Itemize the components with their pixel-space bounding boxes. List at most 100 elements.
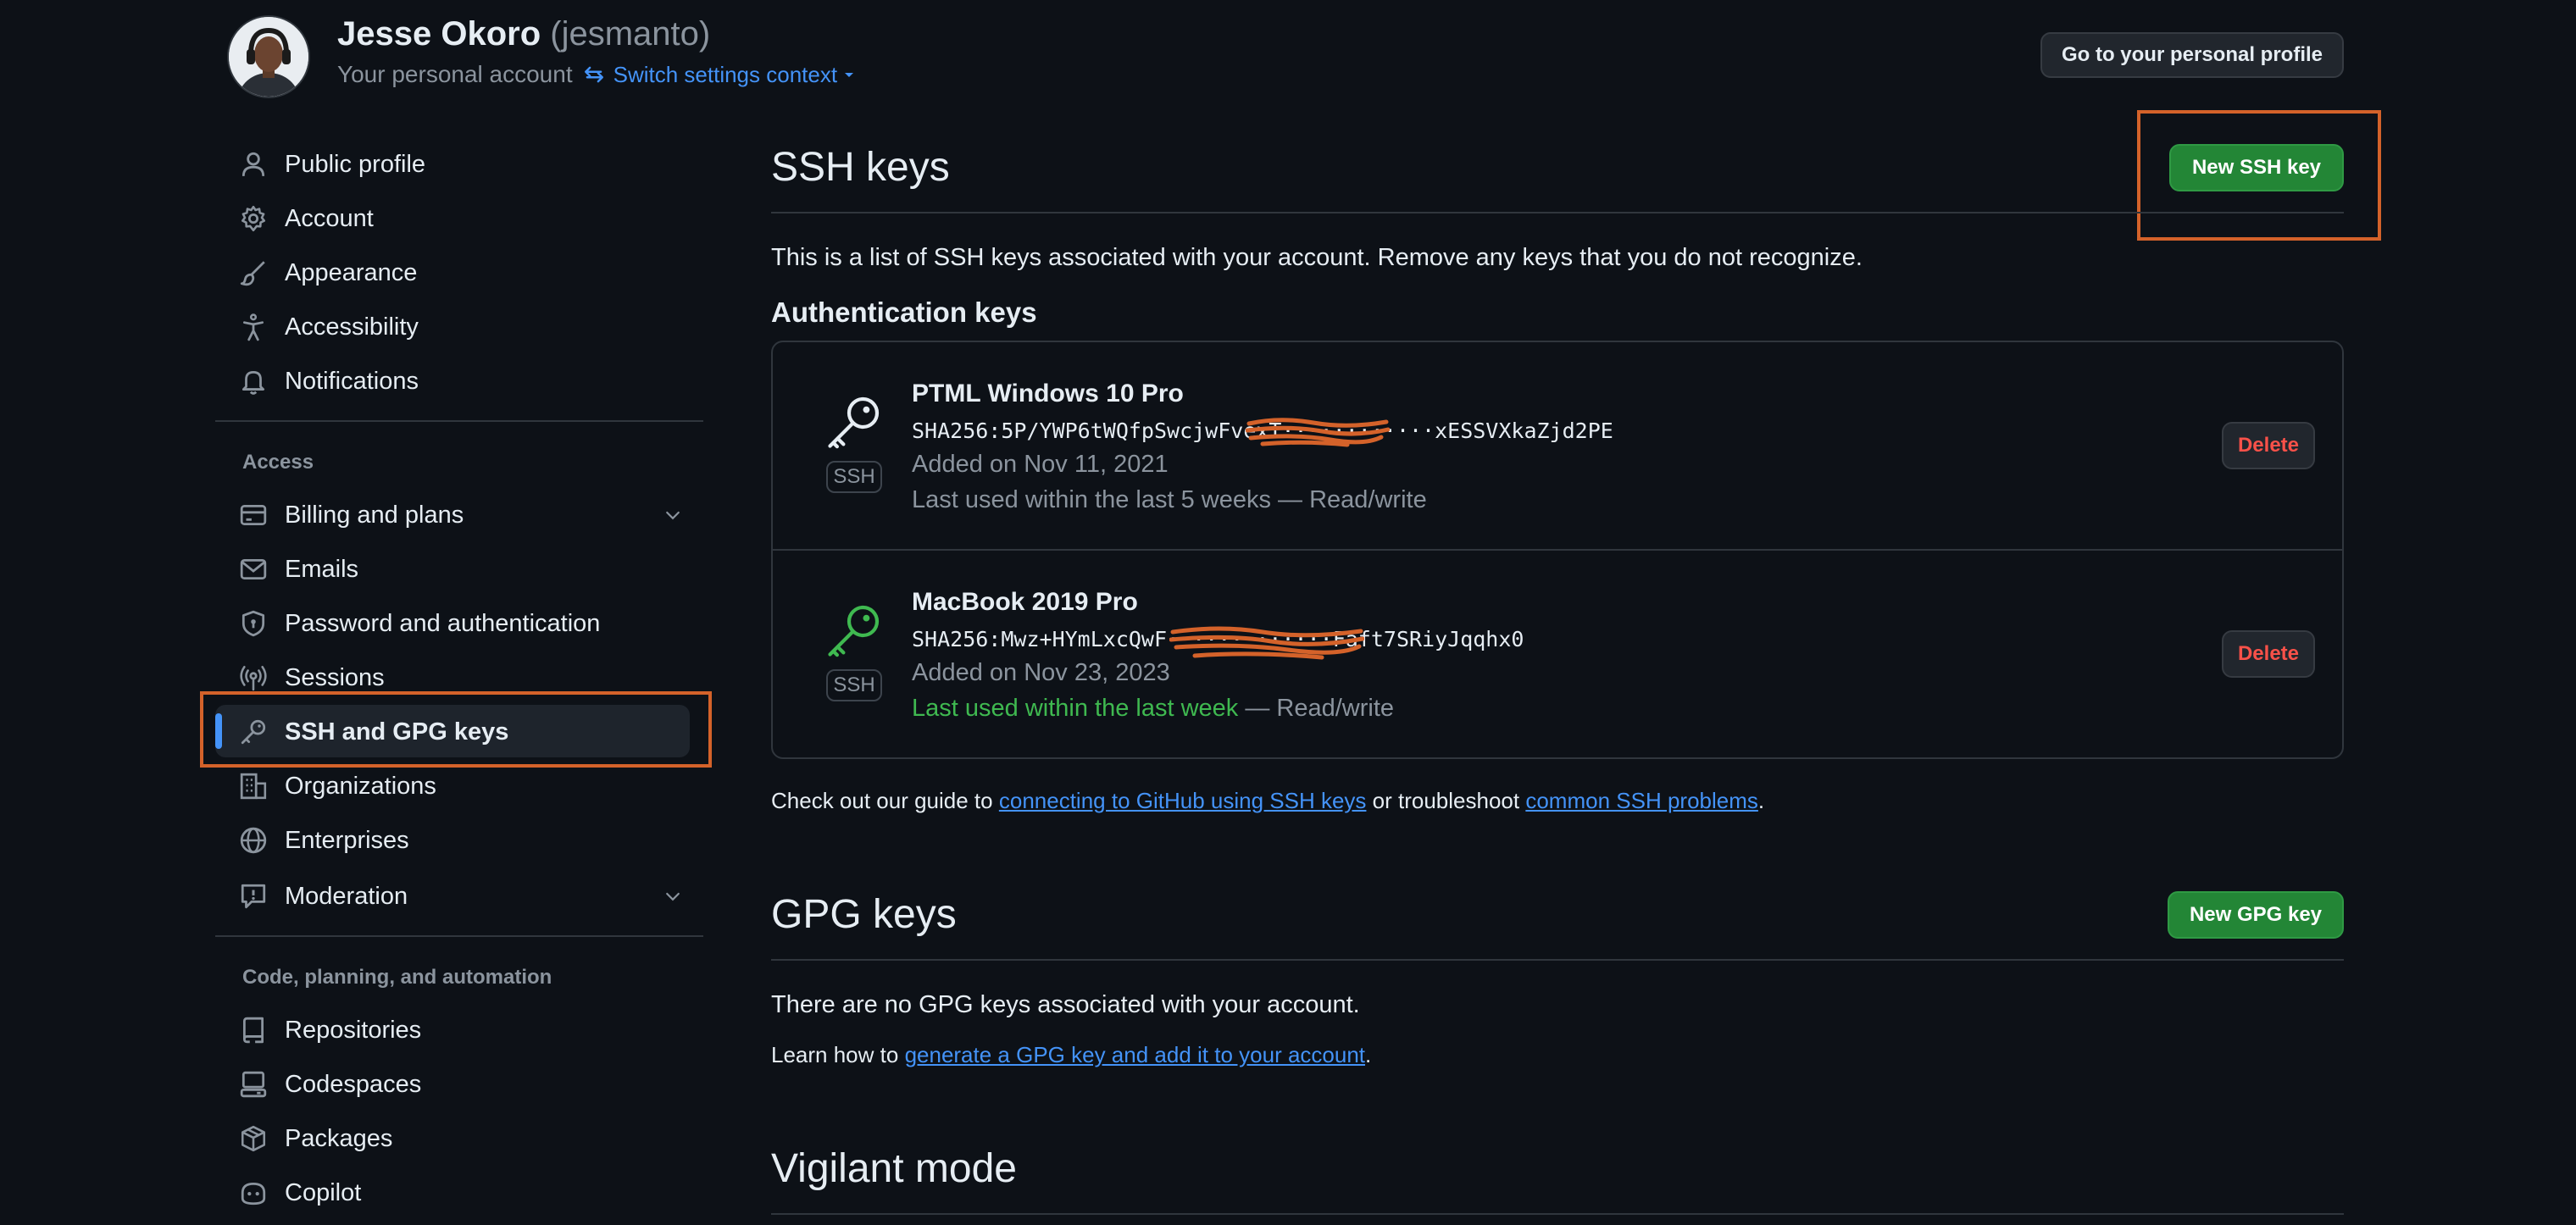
sidebar-item-label: Public profile bbox=[285, 150, 426, 178]
go-to-profile-button[interactable]: Go to your personal profile bbox=[2040, 32, 2344, 78]
account-type-label: Your personal account bbox=[337, 61, 573, 87]
guide-middle: or troubleshoot bbox=[1372, 788, 1520, 813]
annotation-highlight-ssh-nav bbox=[200, 691, 712, 768]
copilot-icon bbox=[241, 1182, 266, 1206]
sidebar-item-accessibility[interactable]: Accessibility bbox=[239, 302, 419, 352]
sidebar-item-billing[interactable]: Billing and plans bbox=[239, 490, 680, 540]
chevron-down-icon bbox=[666, 511, 680, 520]
sidebar-item-moderation[interactable]: Moderation bbox=[239, 871, 680, 922]
sidebar-item-label: Billing and plans bbox=[285, 501, 464, 529]
sidebar-divider bbox=[215, 420, 703, 422]
key-added-date: Added on Nov 11, 2021 bbox=[912, 451, 1169, 478]
vigilant-title-rule bbox=[771, 1213, 2344, 1215]
key-last-used: Last used within the last week — Read/wr… bbox=[912, 695, 1394, 723]
ssh-title-rule bbox=[771, 212, 2344, 213]
sidebar-item-enterprises[interactable]: Enterprises bbox=[239, 815, 409, 866]
sidebar-item-label: Password and authentication bbox=[285, 609, 601, 637]
user-handle: (jesmanto) bbox=[550, 15, 711, 53]
sidebar-item-public-profile[interactable]: Public profile bbox=[239, 139, 425, 190]
sidebar-item-copilot[interactable]: Copilot bbox=[239, 1167, 361, 1218]
sidebar-item-organizations[interactable]: Organizations bbox=[239, 761, 436, 812]
ssh-badge: SSH bbox=[826, 461, 882, 493]
key-icon bbox=[828, 605, 880, 657]
key-last-used-text: Last used within the last 5 weeks bbox=[912, 486, 1271, 513]
gpg-empty-text: There are no GPG keys associated with yo… bbox=[771, 991, 1360, 1018]
gpg-title-rule bbox=[771, 959, 2344, 961]
package-icon bbox=[241, 1125, 266, 1152]
vigilant-mode-title: Vigilant mode bbox=[771, 1146, 1017, 1191]
guide-suffix: . bbox=[1757, 788, 1765, 813]
sidebar-item-label: Accessibility bbox=[285, 313, 419, 341]
person-icon bbox=[242, 152, 265, 176]
sidebar-divider bbox=[215, 935, 703, 937]
sidebar-heading-code: Code, planning, and automation bbox=[242, 966, 552, 989]
switch-context-button[interactable]: Switch settings context bbox=[583, 62, 864, 88]
key-row-divider bbox=[773, 549, 2342, 551]
sidebar-item-password-auth[interactable]: Password and authentication bbox=[239, 598, 600, 649]
paintbrush-icon bbox=[240, 261, 265, 286]
key-last-used: Last used within the last 5 weeks — Read… bbox=[912, 486, 1427, 514]
sidebar-item-label: Packages bbox=[285, 1124, 393, 1152]
ssh-description: This is a list of SSH keys associated wi… bbox=[771, 244, 1863, 271]
gear-icon bbox=[241, 205, 266, 232]
sidebar-item-codespaces[interactable]: Codespaces bbox=[239, 1059, 421, 1110]
accessibility-icon bbox=[242, 313, 264, 341]
ssh-guide-text: Check out our guide to connecting to Git… bbox=[771, 788, 1764, 814]
sidebar-item-label: Moderation bbox=[285, 882, 408, 910]
sidebar-item-appearance[interactable]: Appearance bbox=[239, 247, 417, 298]
codespaces-icon bbox=[240, 1071, 267, 1098]
repo-icon bbox=[242, 1017, 264, 1044]
mail-icon bbox=[240, 558, 267, 580]
ssh-keys-title: SSH keys bbox=[771, 145, 950, 190]
redaction-scribble bbox=[1169, 626, 1364, 660]
sidebar-item-repositories[interactable]: Repositories bbox=[239, 1005, 421, 1056]
delete-key-button[interactable]: Delete bbox=[2222, 630, 2315, 678]
account-context: Your personal account Switch settings co… bbox=[337, 61, 864, 88]
key-added-date: Added on Nov 23, 2023 bbox=[912, 659, 1170, 686]
key-icon bbox=[828, 396, 880, 449]
gpg-keys-title: GPG keys bbox=[771, 892, 957, 937]
sidebar-item-label: Enterprises bbox=[285, 826, 409, 854]
sidebar-item-emails[interactable]: Emails bbox=[239, 544, 358, 595]
sidebar-item-label: Codespaces bbox=[285, 1070, 422, 1098]
sidebar-item-label: Emails bbox=[285, 555, 359, 583]
bell-icon bbox=[242, 370, 265, 395]
key-access-level: — Read/write bbox=[1278, 486, 1427, 513]
key-title: MacBook 2019 Pro bbox=[912, 588, 1138, 616]
sidebar-item-account[interactable]: Account bbox=[239, 193, 374, 244]
key-access-level: — Read/write bbox=[1245, 695, 1395, 722]
globe-icon bbox=[240, 827, 267, 854]
key-title: PTML Windows 10 Pro bbox=[912, 380, 1184, 407]
delete-key-button[interactable]: Delete bbox=[2222, 422, 2315, 469]
sidebar-item-label: Repositories bbox=[285, 1016, 422, 1044]
sidebar-item-label: Copilot bbox=[285, 1178, 362, 1206]
sidebar-item-label: Appearance bbox=[285, 258, 418, 286]
organization-icon bbox=[240, 773, 267, 800]
user-name: Jesse Okoro (jesmanto) bbox=[337, 15, 710, 53]
sidebar-item-packages[interactable]: Packages bbox=[239, 1113, 392, 1164]
report-icon bbox=[241, 884, 266, 909]
learn-prefix: Learn how to bbox=[771, 1042, 899, 1067]
annotation-highlight-new-ssh bbox=[2137, 110, 2381, 241]
caret-down-icon bbox=[845, 73, 854, 77]
ssh-troubleshoot-link[interactable]: common SSH problems bbox=[1525, 788, 1758, 813]
learn-suffix: . bbox=[1365, 1042, 1372, 1067]
redaction-scribble bbox=[1246, 418, 1390, 447]
sidebar-item-notifications[interactable]: Notifications bbox=[239, 356, 419, 407]
gpg-learn-text: Learn how to generate a GPG key and add … bbox=[771, 1042, 1371, 1068]
sidebar-heading-access: Access bbox=[242, 451, 314, 474]
switch-context-label: Switch settings context bbox=[613, 61, 838, 87]
user-display-name: Jesse Okoro bbox=[337, 15, 541, 53]
generate-gpg-key-link[interactable]: generate a GPG key and add it to your ac… bbox=[905, 1042, 1365, 1067]
sidebar-item-label: Sessions bbox=[285, 663, 385, 691]
arrow-switch-icon bbox=[584, 66, 603, 83]
sidebar-item-label: Account bbox=[285, 204, 374, 232]
sidebar-item-label: Notifications bbox=[285, 367, 419, 395]
ssh-guide-link[interactable]: connecting to GitHub using SSH keys bbox=[999, 788, 1367, 813]
authentication-keys-heading: Authentication keys bbox=[771, 297, 1037, 328]
new-gpg-key-button[interactable]: New GPG key bbox=[2168, 891, 2344, 939]
avatar[interactable] bbox=[227, 15, 310, 98]
chevron-down-icon bbox=[666, 892, 680, 901]
guide-prefix: Check out our guide to bbox=[771, 788, 993, 813]
ssh-badge: SSH bbox=[826, 669, 882, 701]
